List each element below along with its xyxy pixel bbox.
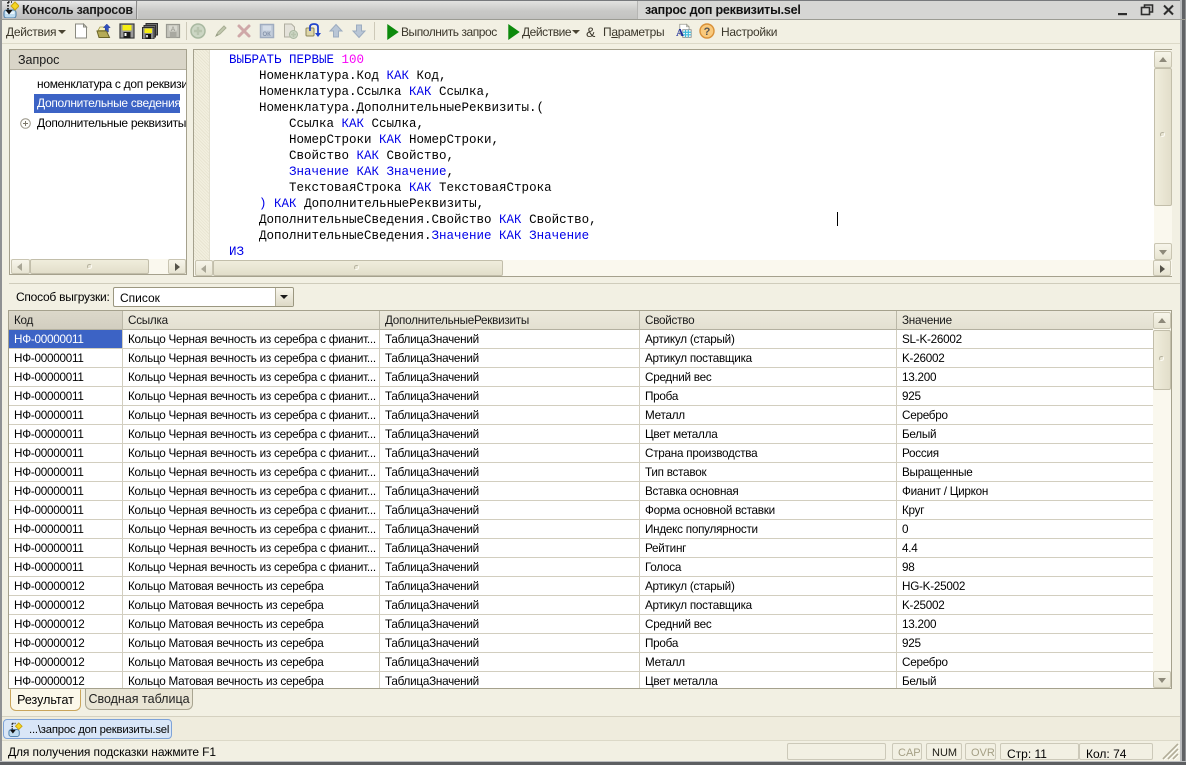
svg-text:A: A	[171, 27, 175, 33]
svg-text:ОК: ОК	[263, 32, 272, 38]
svg-text:А: А	[676, 27, 684, 39]
svg-text:?: ?	[704, 26, 711, 38]
